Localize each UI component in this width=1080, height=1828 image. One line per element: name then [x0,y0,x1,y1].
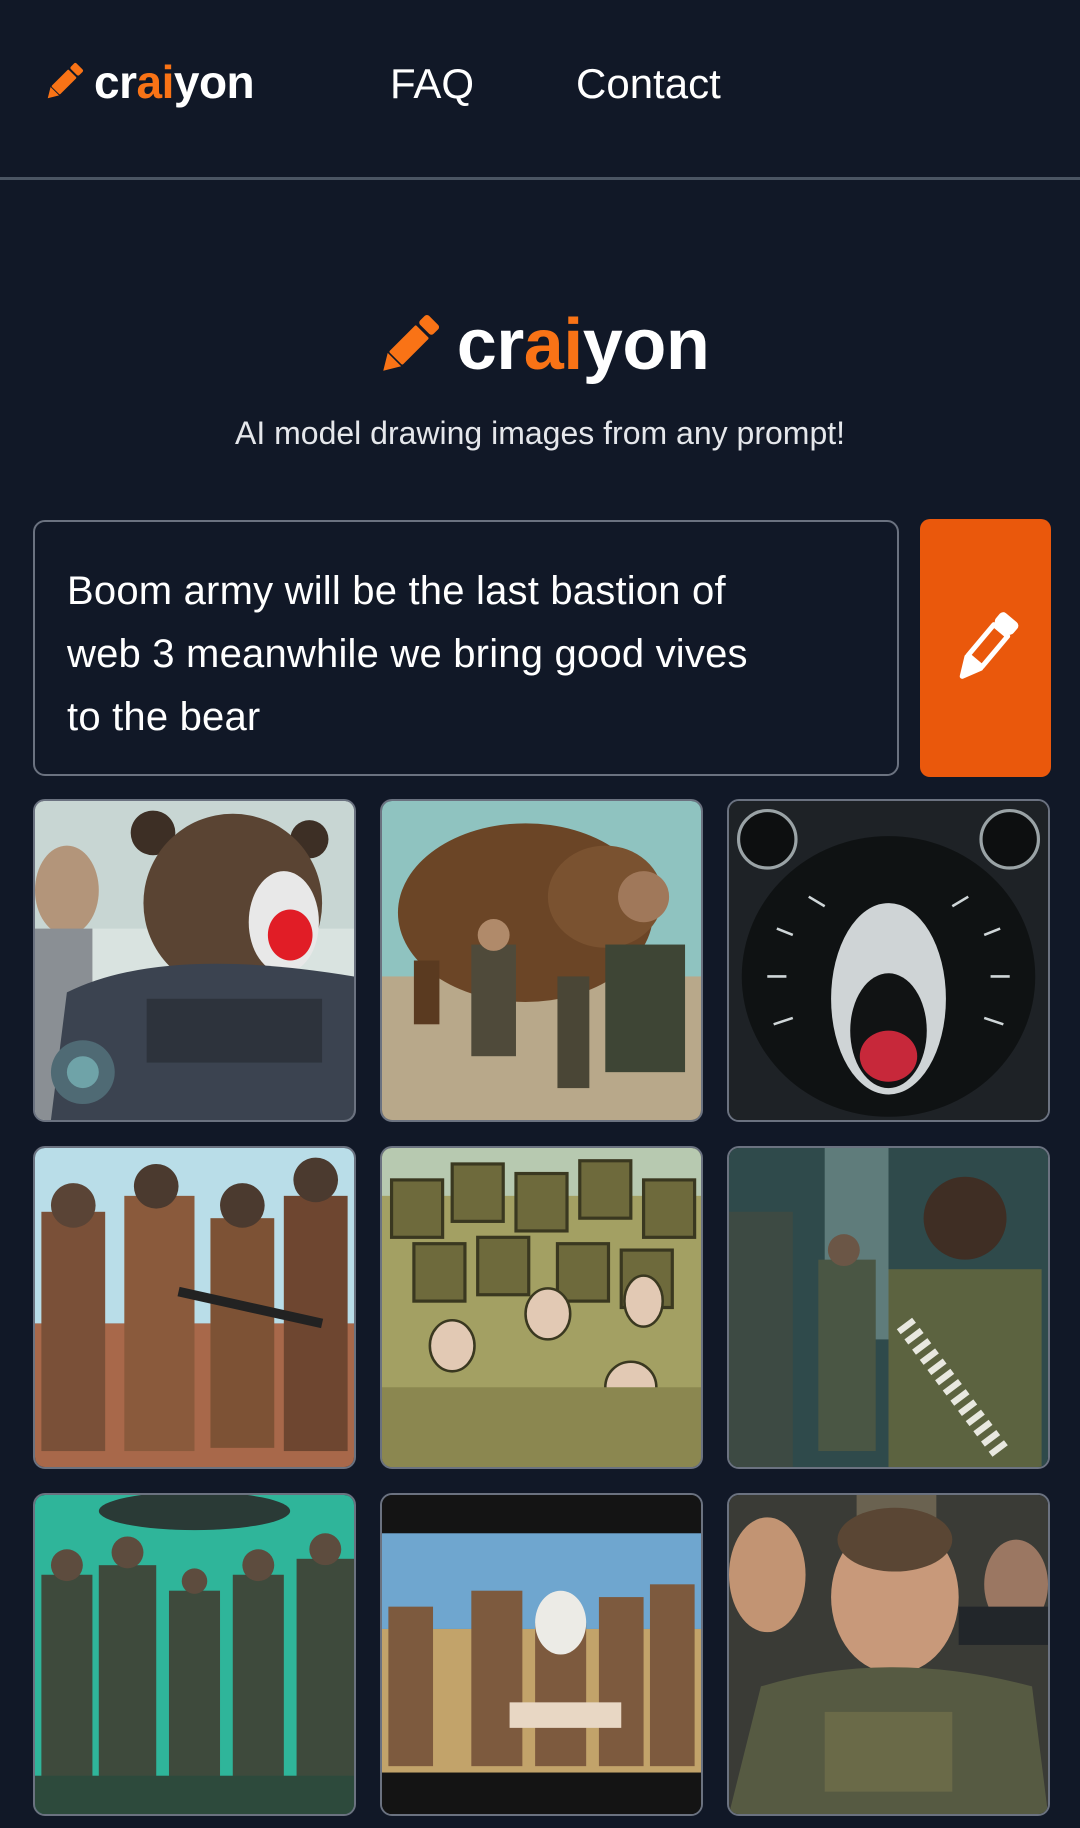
hero-logo: craiyon [0,300,1080,390]
soldier-crowd-illustration-image[interactable] [380,1146,703,1469]
results-grid [33,799,1051,1816]
soldier-portrait-image[interactable] [727,1493,1050,1816]
soldier-in-hallway-image[interactable] [727,1146,1050,1469]
roaring-black-bear-image[interactable] [727,799,1050,1122]
hero-logo-wordmark: craiyon [456,305,710,385]
top-navigation: craiyon FAQ Contact [0,0,1080,180]
painted-soldiers-group-image[interactable] [380,1493,703,1816]
crayon-logo-icon [47,63,83,99]
prompt-line: to the bear [67,695,261,739]
nav-logo-wordmark: craiyon [94,56,255,108]
crayon-icon [959,612,1018,679]
nav-link-faq[interactable]: FAQ [390,58,474,110]
craiyon-page: craiyon FAQ Contact craiyon AI model dra… [0,0,1080,1828]
tagline: AI model drawing images from any prompt! [234,415,846,451]
green-tinted-soldiers-image[interactable] [33,1493,356,1816]
brown-bear-and-soldiers-field-image[interactable] [380,799,703,1122]
prompt-input[interactable]: Boom army will be the last bastion of we… [33,520,899,776]
draw-button[interactable] [920,519,1051,777]
prompt-line: web 3 meanwhile we bring good vives [67,632,748,676]
soldiers-walking-desert-image[interactable] [33,1146,356,1469]
prompt-line: Boom army will be the last bastion of [67,569,726,613]
armored-bear-soldier-cartoon-image[interactable] [33,799,356,1122]
crayon-logo-icon [382,314,439,371]
nav-link-contact[interactable]: Contact [576,58,721,110]
nav-logo-link[interactable]: craiyon [40,52,255,112]
